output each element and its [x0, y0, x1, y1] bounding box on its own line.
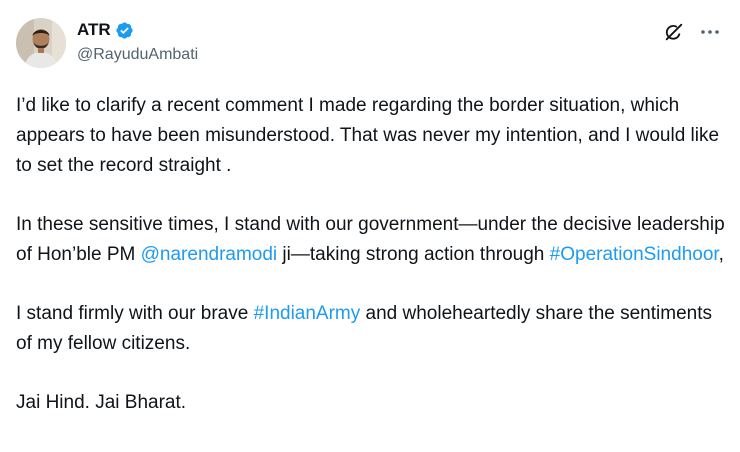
hashtag-operationsindhoor[interactable]: #OperationSindhoor: [550, 244, 719, 265]
mention-link-narendramodi[interactable]: @narendramodi: [141, 244, 278, 265]
tweet-paragraph-4: Jai Hind. Jai Bharat.: [16, 392, 187, 413]
tweet-paragraph-1: I’d like to clarify a recent comment I m…: [16, 95, 720, 176]
text-segment: ,: [718, 244, 724, 265]
author-info: ATR @RayuduAmbati: [77, 18, 198, 66]
tweet-paragraph-2: In these sensitive times, I stand with o…: [16, 210, 728, 270]
tweet-paragraph-3: I stand firmly with our brave #IndianArm…: [16, 299, 728, 359]
author-avatar[interactable]: [16, 18, 66, 68]
text-segment: ji—taking strong action through: [277, 244, 550, 265]
author-handle[interactable]: @RayuduAmbati: [77, 44, 198, 66]
author-display-name[interactable]: ATR: [77, 18, 111, 42]
text-segment: I stand firmly with our brave: [16, 303, 254, 324]
tweet-top-actions: [662, 20, 724, 44]
display-name-row: ATR: [77, 18, 198, 42]
hashtag-indianarmy[interactable]: #IndianArmy: [254, 303, 361, 324]
verified-badge-icon[interactable]: [115, 21, 134, 40]
profile-photo-icon: [16, 18, 66, 68]
tweet-card: ATR @RayuduAmbati I’d like to clarify a …: [0, 0, 740, 452]
tweet-text: I’d like to clarify a recent comment I m…: [16, 91, 728, 418]
more-options-icon[interactable]: [696, 20, 724, 44]
grok-icon[interactable]: [662, 20, 686, 44]
